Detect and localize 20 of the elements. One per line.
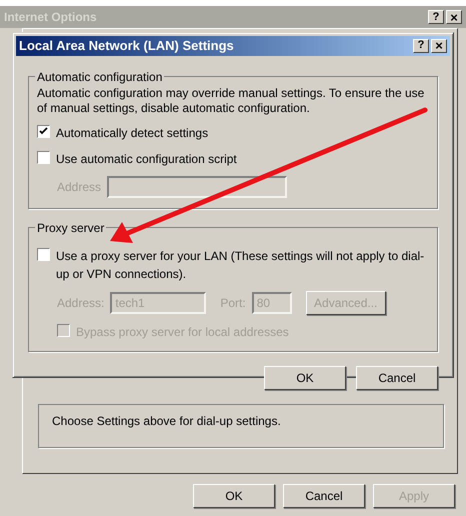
help-button[interactable]: ? xyxy=(413,38,429,53)
checkbox-label: Use a proxy server for your LAN (These settings will not apply to dial-up or VPN connections). xyxy=(56,248,426,282)
dialog-button[interactable]: Cancel xyxy=(283,484,365,508)
checkmark-icon xyxy=(39,126,48,136)
description-text: Automatic configuration may override manual settings. To ensure the use of manual settings, disable automatic configuration. xyxy=(37,86,426,116)
help-button[interactable]: ? xyxy=(428,10,444,24)
checkbox[interactable] xyxy=(37,248,50,260)
close-button[interactable]: × xyxy=(431,38,447,53)
dialog-button[interactable]: OK xyxy=(193,484,275,508)
dialup-note: Choose Settings above for dial-up settings. xyxy=(52,413,281,430)
close-button[interactable]: × xyxy=(446,10,462,24)
dialog-button[interactable]: Cancel xyxy=(356,366,438,390)
dialog-title: Local Area Network (LAN) Settings xyxy=(19,37,234,55)
checkbox[interactable] xyxy=(37,124,50,138)
checkbox[interactable] xyxy=(37,150,50,164)
group-title: Proxy server xyxy=(36,220,106,236)
group-title: Automatic configuration xyxy=(36,68,164,86)
checkbox-label: Automatically detect settings xyxy=(56,124,208,142)
checkbox-label: Use automatic configuration script xyxy=(56,150,237,168)
dialog-button[interactable]: OK xyxy=(264,366,346,390)
